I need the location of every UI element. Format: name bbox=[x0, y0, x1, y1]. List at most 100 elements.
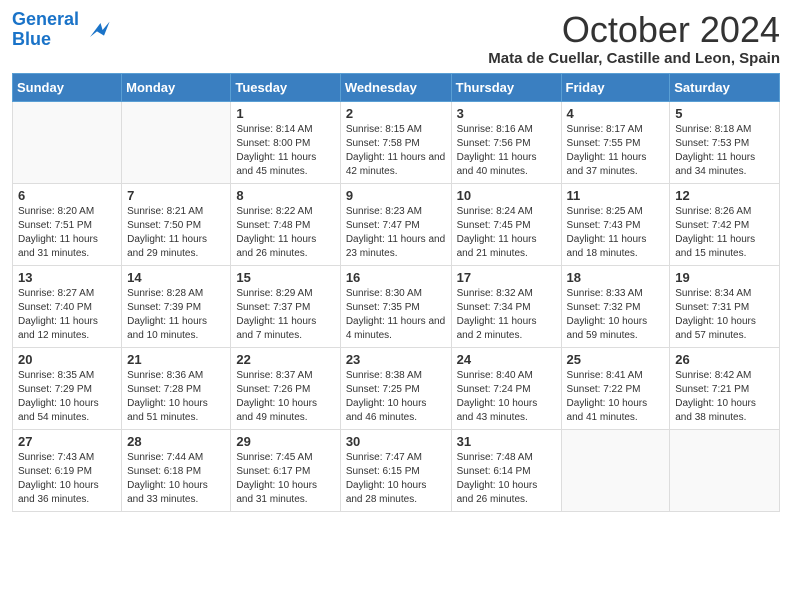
day-info: Sunrise: 8:32 AMSunset: 7:34 PMDaylight:… bbox=[457, 287, 556, 343]
day-info: Sunrise: 7:48 AMSunset: 6:14 PMDaylight:… bbox=[457, 451, 556, 507]
day-number: 8 bbox=[236, 188, 334, 203]
calendar-cell: 23 Sunrise: 8:38 AMSunset: 7:25 PMDayligh… bbox=[340, 347, 451, 429]
day-number: 4 bbox=[567, 106, 665, 121]
day-number: 24 bbox=[457, 352, 556, 367]
calendar-cell: 28 Sunrise: 7:44 AMSunset: 6:18 PMDayligh… bbox=[122, 429, 231, 511]
title-block: October 2024 Mata de Cuellar, Castille a… bbox=[488, 10, 780, 67]
day-number: 6 bbox=[18, 188, 116, 203]
day-info: Sunrise: 8:28 AMSunset: 7:39 PMDaylight:… bbox=[127, 287, 225, 343]
day-number: 5 bbox=[675, 106, 774, 121]
day-number: 10 bbox=[457, 188, 556, 203]
day-info: Sunrise: 8:16 AMSunset: 7:56 PMDaylight:… bbox=[457, 123, 556, 179]
day-info: Sunrise: 8:40 AMSunset: 7:24 PMDaylight:… bbox=[457, 369, 556, 425]
day-number: 26 bbox=[675, 352, 774, 367]
day-info: Sunrise: 8:27 AMSunset: 7:40 PMDaylight:… bbox=[18, 287, 116, 343]
day-info: Sunrise: 8:42 AMSunset: 7:21 PMDaylight:… bbox=[675, 369, 774, 425]
day-number: 25 bbox=[567, 352, 665, 367]
calendar-cell: 15 Sunrise: 8:29 AMSunset: 7:37 PMDayligh… bbox=[231, 265, 340, 347]
calendar-cell: 16 Sunrise: 8:30 AMSunset: 7:35 PMDayligh… bbox=[340, 265, 451, 347]
location-title: Mata de Cuellar, Castille and Leon, Spai… bbox=[488, 50, 780, 67]
day-number: 11 bbox=[567, 188, 665, 203]
day-number: 17 bbox=[457, 270, 556, 285]
week-row-4: 20 Sunrise: 8:35 AMSunset: 7:29 PMDayligh… bbox=[13, 347, 780, 429]
day-info: Sunrise: 8:34 AMSunset: 7:31 PMDaylight:… bbox=[675, 287, 774, 343]
week-row-1: 1 Sunrise: 8:14 AMSunset: 8:00 PMDaylight… bbox=[13, 101, 780, 183]
calendar-cell: 10Sunrise: 8:24 AMSunset: 7:45 PMDayligh… bbox=[451, 183, 561, 265]
calendar-cell: 14 Sunrise: 8:28 AMSunset: 7:39 PMDayligh… bbox=[122, 265, 231, 347]
day-info: Sunrise: 8:35 AMSunset: 7:29 PMDaylight:… bbox=[18, 369, 116, 425]
day-info: Sunrise: 8:17 AMSunset: 7:55 PMDaylight:… bbox=[567, 123, 665, 179]
day-info: Sunrise: 7:45 AMSunset: 6:17 PMDaylight:… bbox=[236, 451, 334, 507]
day-number: 3 bbox=[457, 106, 556, 121]
page-header: General Blue October 2024 Mata de Cuella… bbox=[12, 10, 780, 67]
col-header-thursday: Thursday bbox=[451, 73, 561, 101]
week-row-5: 27 Sunrise: 7:43 AMSunset: 6:19 PMDayligh… bbox=[13, 429, 780, 511]
calendar-cell: 1 Sunrise: 8:14 AMSunset: 8:00 PMDaylight… bbox=[231, 101, 340, 183]
day-info: Sunrise: 7:44 AMSunset: 6:18 PMDaylight:… bbox=[127, 451, 225, 507]
day-number: 30 bbox=[346, 434, 446, 449]
day-number: 12 bbox=[675, 188, 774, 203]
day-info: Sunrise: 8:29 AMSunset: 7:37 PMDaylight:… bbox=[236, 287, 334, 343]
day-info: Sunrise: 8:22 AMSunset: 7:48 PMDaylight:… bbox=[236, 205, 334, 261]
day-number: 7 bbox=[127, 188, 225, 203]
day-info: Sunrise: 8:14 AMSunset: 8:00 PMDaylight:… bbox=[236, 123, 334, 179]
calendar-cell: 24 Sunrise: 8:40 AMSunset: 7:24 PMDayligh… bbox=[451, 347, 561, 429]
day-info: Sunrise: 8:18 AMSunset: 7:53 PMDaylight:… bbox=[675, 123, 774, 179]
day-number: 23 bbox=[346, 352, 446, 367]
calendar-header-row: SundayMondayTuesdayWednesdayThursdayFrid… bbox=[13, 73, 780, 101]
logo: General Blue bbox=[12, 10, 111, 50]
day-info: Sunrise: 8:30 AMSunset: 7:35 PMDaylight:… bbox=[346, 287, 446, 343]
calendar-cell: 2 Sunrise: 8:15 AMSunset: 7:58 PMDaylight… bbox=[340, 101, 451, 183]
calendar-cell: 3 Sunrise: 8:16 AMSunset: 7:56 PMDaylight… bbox=[451, 101, 561, 183]
day-number: 28 bbox=[127, 434, 225, 449]
calendar-cell: 22 Sunrise: 8:37 AMSunset: 7:26 PMDayligh… bbox=[231, 347, 340, 429]
day-number: 13 bbox=[18, 270, 116, 285]
calendar-cell bbox=[13, 101, 122, 183]
day-number: 31 bbox=[457, 434, 556, 449]
calendar-cell bbox=[670, 429, 780, 511]
col-header-saturday: Saturday bbox=[670, 73, 780, 101]
calendar-cell: 18Sunrise: 8:33 AMSunset: 7:32 PMDayligh… bbox=[561, 265, 670, 347]
day-info: Sunrise: 8:20 AMSunset: 7:51 PMDaylight:… bbox=[18, 205, 116, 261]
calendar-cell: 9Sunrise: 8:23 AMSunset: 7:47 PMDaylight… bbox=[340, 183, 451, 265]
calendar-cell: 5 Sunrise: 8:18 AMSunset: 7:53 PMDaylight… bbox=[670, 101, 780, 183]
calendar-cell: 25 Sunrise: 8:41 AMSunset: 7:22 PMDayligh… bbox=[561, 347, 670, 429]
day-number: 20 bbox=[18, 352, 116, 367]
calendar-cell: 7 Sunrise: 8:21 AMSunset: 7:50 PMDaylight… bbox=[122, 183, 231, 265]
day-number: 2 bbox=[346, 106, 446, 121]
calendar-cell: 27 Sunrise: 7:43 AMSunset: 6:19 PMDayligh… bbox=[13, 429, 122, 511]
day-number: 15 bbox=[236, 270, 334, 285]
day-number: 22 bbox=[236, 352, 334, 367]
day-info: Sunrise: 8:41 AMSunset: 7:22 PMDaylight:… bbox=[567, 369, 665, 425]
day-number: 29 bbox=[236, 434, 334, 449]
col-header-tuesday: Tuesday bbox=[231, 73, 340, 101]
day-number: 14 bbox=[127, 270, 225, 285]
day-info: Sunrise: 8:26 AMSunset: 7:42 PMDaylight:… bbox=[675, 205, 774, 261]
day-number: 21 bbox=[127, 352, 225, 367]
logo-bird-icon bbox=[83, 16, 111, 44]
day-info: Sunrise: 8:15 AMSunset: 7:58 PMDaylight:… bbox=[346, 123, 446, 179]
calendar-cell: 20 Sunrise: 8:35 AMSunset: 7:29 PMDayligh… bbox=[13, 347, 122, 429]
day-info: Sunrise: 8:37 AMSunset: 7:26 PMDaylight:… bbox=[236, 369, 334, 425]
week-row-2: 6 Sunrise: 8:20 AMSunset: 7:51 PMDaylight… bbox=[13, 183, 780, 265]
calendar-cell: 30Sunrise: 7:47 AMSunset: 6:15 PMDayligh… bbox=[340, 429, 451, 511]
calendar-table: SundayMondayTuesdayWednesdayThursdayFrid… bbox=[12, 73, 780, 512]
day-info: Sunrise: 8:21 AMSunset: 7:50 PMDaylight:… bbox=[127, 205, 225, 261]
calendar-cell: 4 Sunrise: 8:17 AMSunset: 7:55 PMDaylight… bbox=[561, 101, 670, 183]
day-info: Sunrise: 8:25 AMSunset: 7:43 PMDaylight:… bbox=[567, 205, 665, 261]
calendar-cell: 12 Sunrise: 8:26 AMSunset: 7:42 PMDayligh… bbox=[670, 183, 780, 265]
calendar-cell: 21Sunrise: 8:36 AMSunset: 7:28 PMDayligh… bbox=[122, 347, 231, 429]
day-number: 27 bbox=[18, 434, 116, 449]
calendar-cell: 11 Sunrise: 8:25 AMSunset: 7:43 PMDayligh… bbox=[561, 183, 670, 265]
day-number: 16 bbox=[346, 270, 446, 285]
calendar-cell: 17 Sunrise: 8:32 AMSunset: 7:34 PMDayligh… bbox=[451, 265, 561, 347]
day-info: Sunrise: 7:43 AMSunset: 6:19 PMDaylight:… bbox=[18, 451, 116, 507]
day-number: 1 bbox=[236, 106, 334, 121]
calendar-cell: 19Sunrise: 8:34 AMSunset: 7:31 PMDayligh… bbox=[670, 265, 780, 347]
col-header-wednesday: Wednesday bbox=[340, 73, 451, 101]
day-info: Sunrise: 8:38 AMSunset: 7:25 PMDaylight:… bbox=[346, 369, 446, 425]
calendar-cell: 8 Sunrise: 8:22 AMSunset: 7:48 PMDaylight… bbox=[231, 183, 340, 265]
calendar-cell: 26 Sunrise: 8:42 AMSunset: 7:21 PMDayligh… bbox=[670, 347, 780, 429]
day-info: Sunrise: 8:33 AMSunset: 7:32 PMDaylight:… bbox=[567, 287, 665, 343]
col-header-monday: Monday bbox=[122, 73, 231, 101]
